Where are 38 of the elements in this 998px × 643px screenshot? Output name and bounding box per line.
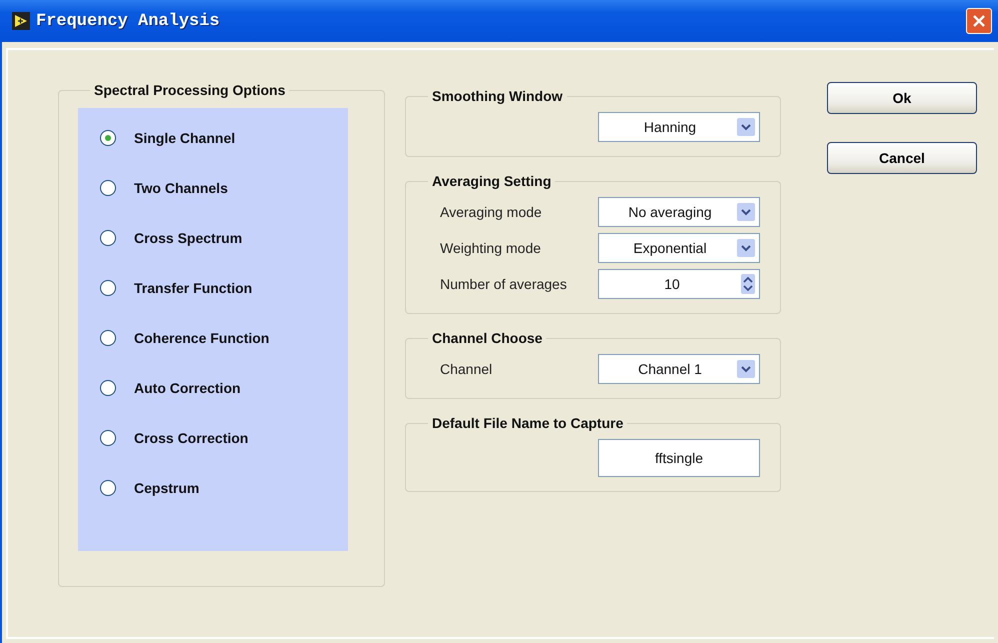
radio-button[interactable] (100, 380, 116, 396)
number-spinner[interactable]: 10 (598, 269, 760, 299)
close-icon (972, 14, 986, 28)
option-label: Cross Spectrum (134, 230, 242, 246)
group-title: Channel Choose (431, 330, 544, 346)
spinner-arrows-icon (741, 274, 755, 294)
radio-button[interactable] (100, 230, 116, 246)
option-label: Transfer Function (134, 280, 252, 296)
group-title: Averaging Setting (431, 173, 552, 189)
option-label: Two Channels (134, 180, 228, 196)
option-label: Coherence Function (134, 330, 270, 346)
dropdown[interactable]: Channel 1 (598, 354, 760, 384)
group-title: Default File Name to Capture (431, 415, 624, 431)
radio-button[interactable] (100, 480, 116, 496)
group-title: Smoothing Window (431, 88, 564, 104)
option-label: Cross Correction (134, 430, 248, 446)
option-label: Auto Correction (134, 380, 241, 396)
radio-button[interactable] (100, 330, 116, 346)
input-field[interactable]: fftsingle (598, 439, 760, 477)
window-title: Frequency Analysis (36, 12, 221, 30)
radio-button[interactable] (100, 180, 116, 196)
close-button[interactable] (966, 8, 992, 34)
dropdown[interactable]: Exponential (598, 233, 760, 263)
dialog-button[interactable]: Cancel (827, 142, 977, 174)
field-label: Averaging mode (439, 204, 543, 220)
field-label: Number of averages (439, 276, 568, 292)
field-label: Weighting mode (439, 240, 542, 256)
field-label: Channel (439, 361, 494, 377)
dialog-button[interactable]: Ok (827, 82, 977, 114)
app-icon (12, 12, 30, 30)
group-title: Spectral Processing Options (93, 82, 286, 98)
dropdown[interactable]: No averaging (598, 197, 760, 227)
radio-button[interactable] (100, 430, 116, 446)
option-label: Single Channel (134, 130, 236, 146)
dropdown[interactable]: Hanning (598, 112, 760, 142)
radio-button[interactable] (100, 280, 116, 296)
option-label: Cepstrum (134, 480, 200, 496)
radio-button[interactable] (100, 130, 116, 146)
